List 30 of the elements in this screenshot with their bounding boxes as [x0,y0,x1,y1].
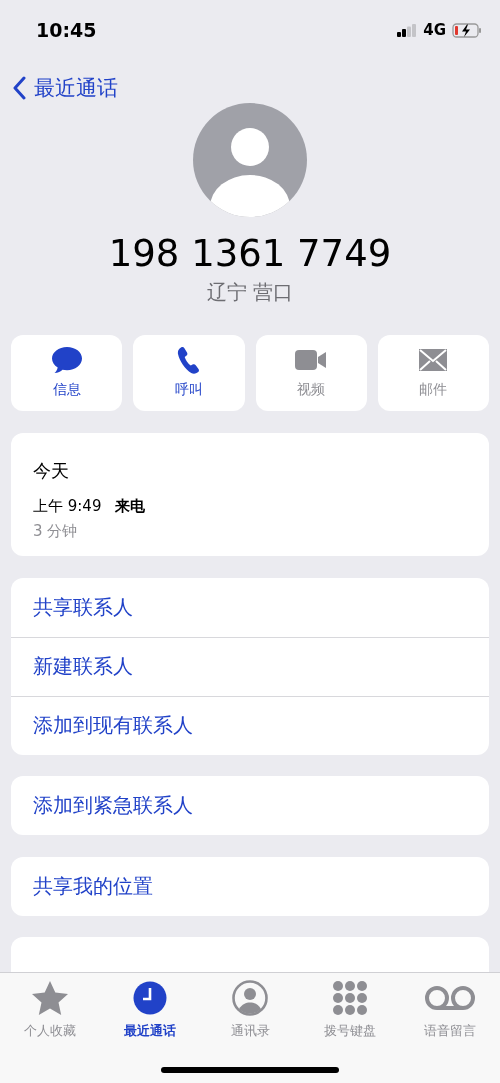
phone-number: 198 1361 7749 [108,232,392,276]
envelope-icon [418,348,449,372]
day-heading: 今天 [33,459,69,483]
signal-icon [397,23,418,37]
clock-time: 10:45 [36,19,97,41]
back-link[interactable]: 最近通话 [12,74,118,102]
option-link[interactable]: 新建联系人 [33,653,133,680]
call-time: 上午 9:49 [33,497,102,515]
chevron-left-icon [12,76,26,100]
avatar-icon [193,103,307,217]
video-camera-icon [294,349,329,371]
option-link[interactable]: 共享我的位置 [33,872,153,900]
clock-icon [133,981,167,1015]
call-action-button[interactable]: 呼叫 [133,335,245,411]
caller-location: 辽宁 营口 [206,280,294,304]
option-link[interactable]: 添加到现有联系人 [33,712,193,739]
option-link[interactable]: 共享联系人 [33,593,133,621]
option-link[interactable]: 添加到紧急联系人 [33,792,193,819]
star-icon [31,980,69,1016]
call-duration: 3 分钟 [33,522,78,540]
battery-charging-icon [452,22,482,38]
speech-bubble-icon [50,346,83,374]
person-circle-icon [232,980,268,1016]
phone-icon [175,346,202,374]
keypad-icon [332,980,368,1016]
call-type: 来电 [115,497,145,515]
network-type: 4G [423,21,446,39]
tab-item[interactable]: 最近通话 [100,979,200,1040]
message-action-button[interactable]: 信息 [11,335,123,411]
voicemail-icon [424,985,476,1011]
